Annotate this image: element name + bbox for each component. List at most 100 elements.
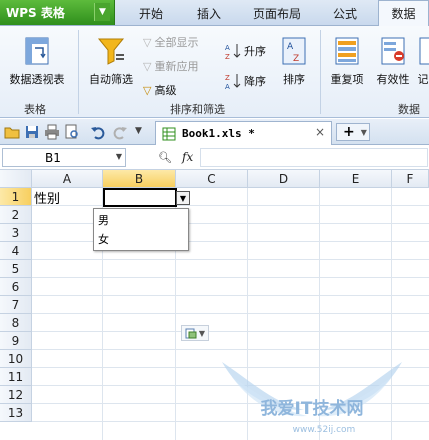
new-tab-button[interactable]: + ▼ bbox=[336, 123, 370, 141]
column-header-b[interactable]: B bbox=[103, 170, 176, 188]
app-menu-arrow-icon[interactable]: ▼ bbox=[94, 3, 110, 21]
more-data-tools-button[interactable]: 记 bbox=[417, 36, 429, 87]
reapply-button[interactable]: ▽ 重新应用 bbox=[143, 58, 198, 74]
row-header-7[interactable]: 7 bbox=[0, 296, 32, 314]
validity-button[interactable]: 有效性 bbox=[372, 36, 414, 87]
validation-dropdown-button[interactable]: ▼ bbox=[176, 191, 190, 205]
row-header-8[interactable]: 8 bbox=[0, 314, 32, 332]
save-icon[interactable] bbox=[24, 124, 40, 140]
reapply-label: 重新应用 bbox=[154, 60, 199, 73]
tab-formulas[interactable]: 公式 bbox=[322, 0, 368, 26]
menu-bar: WPS 表格 ▼ 开始 插入 页面布局 公式 数据 bbox=[0, 0, 429, 26]
dropdown-option-female[interactable]: 女 bbox=[98, 231, 109, 247]
group-separator bbox=[320, 30, 321, 114]
svg-text:Z: Z bbox=[293, 54, 299, 64]
name-box-value: B1 bbox=[45, 150, 61, 165]
print-icon[interactable] bbox=[44, 124, 60, 140]
chevron-down-icon: ▼ bbox=[198, 328, 206, 338]
row-header-1[interactable]: 1 bbox=[0, 188, 32, 206]
tab-page-layout[interactable]: 页面布局 bbox=[246, 0, 308, 26]
sort-descending-label: 降序 bbox=[244, 75, 266, 88]
grid-line bbox=[32, 421, 429, 422]
row-header-11[interactable]: 11 bbox=[0, 368, 32, 386]
row-header-6[interactable]: 6 bbox=[0, 278, 32, 296]
undo-icon[interactable] bbox=[90, 124, 106, 140]
sort-ascending-button[interactable]: A Z 升序 bbox=[224, 42, 266, 60]
show-all-label: 全部显示 bbox=[154, 36, 199, 49]
duplicates-label: 重复项 bbox=[330, 73, 364, 86]
autofilter-label: 自动筛选 bbox=[89, 73, 133, 86]
sort-button[interactable]: A Z 排序 bbox=[278, 36, 310, 87]
grid-line bbox=[32, 313, 429, 314]
sort-label: 排序 bbox=[283, 73, 305, 86]
duplicates-icon bbox=[335, 37, 359, 65]
refresh-filter-icon: ▽ bbox=[143, 59, 152, 73]
duplicates-button[interactable]: 重复项 bbox=[326, 36, 368, 87]
column-header-f[interactable]: F bbox=[392, 170, 429, 188]
table-group-label: 表格 bbox=[24, 103, 46, 116]
row-header-12[interactable]: 12 bbox=[0, 386, 32, 404]
grid-line bbox=[32, 223, 429, 224]
validity-label: 有效性 bbox=[376, 73, 410, 86]
paste-options-icon bbox=[185, 328, 197, 338]
validation-dropdown-list: 男 女 bbox=[93, 208, 189, 251]
chevron-down-icon: ▼ bbox=[179, 193, 187, 203]
pivot-table-label: 数据透视表 bbox=[9, 73, 65, 86]
row-header-3[interactable]: 3 bbox=[0, 224, 32, 242]
sort-descending-button[interactable]: Z A 降序 bbox=[224, 72, 266, 90]
find-icon[interactable]: 🔍︎ bbox=[158, 151, 172, 164]
pivot-table-button[interactable]: 数据透视表 bbox=[4, 36, 70, 87]
name-box-dropdown-icon[interactable]: ▼ bbox=[116, 152, 122, 161]
autofilter-button[interactable]: 自动筛选 bbox=[84, 36, 138, 87]
worksheet-grid: A B C D E F 1 2 3 4 5 6 7 8 9 10 11 12 1… bbox=[0, 170, 429, 440]
show-all-button[interactable]: ▽ 全部显示 bbox=[143, 34, 198, 50]
formula-input[interactable] bbox=[200, 148, 428, 167]
function-wizard-icon[interactable]: fx bbox=[182, 150, 193, 164]
sort-descending-icon: Z A bbox=[225, 74, 241, 90]
sort-dialog-icon: A Z bbox=[282, 37, 306, 65]
open-folder-icon[interactable] bbox=[4, 124, 20, 140]
grid-line bbox=[32, 295, 429, 296]
svg-text:Z: Z bbox=[225, 74, 230, 82]
row-header-13[interactable]: 13 bbox=[0, 404, 32, 422]
ribbon: 数据透视表 表格 自动筛选 ▽ 全部显示 ▽ 重新应用 ▽ 高级 A Z 升序 … bbox=[0, 26, 429, 118]
sort-ascending-icon: A Z bbox=[225, 44, 241, 60]
dropdown-option-male[interactable]: 男 bbox=[98, 212, 109, 228]
column-header-c[interactable]: C bbox=[176, 170, 248, 188]
select-all-corner[interactable] bbox=[0, 170, 32, 188]
data-tool-icon bbox=[419, 37, 429, 65]
column-header-d[interactable]: D bbox=[248, 170, 320, 188]
formula-bar: B1 ▼ 🔍︎ fx bbox=[0, 146, 429, 170]
tab-insert[interactable]: 插入 bbox=[186, 0, 232, 26]
advanced-filter-button[interactable]: ▽ 高级 bbox=[143, 82, 176, 98]
advanced-filter-icon: ▽ bbox=[143, 83, 152, 97]
close-tab-icon[interactable]: × bbox=[315, 125, 325, 139]
cell-b1-active[interactable] bbox=[103, 188, 177, 207]
document-tab[interactable]: Book1.xls * × bbox=[155, 121, 332, 145]
column-header-e[interactable]: E bbox=[320, 170, 392, 188]
tab-data[interactable]: 数据 bbox=[378, 0, 429, 26]
cell-a1[interactable]: 性别 bbox=[33, 189, 103, 207]
grid-line bbox=[32, 367, 429, 368]
wps-app-button[interactable]: WPS 表格 ▼ bbox=[0, 0, 115, 25]
row-header-10[interactable]: 10 bbox=[0, 350, 32, 368]
row-header-4[interactable]: 4 bbox=[0, 242, 32, 260]
row-header-2[interactable]: 2 bbox=[0, 206, 32, 224]
customize-toolbar-icon[interactable]: ▼ bbox=[135, 126, 142, 136]
funnel-icon bbox=[97, 38, 125, 65]
svg-text:A: A bbox=[225, 83, 230, 90]
svg-text:A: A bbox=[225, 44, 230, 52]
row-header-9[interactable]: 9 bbox=[0, 332, 32, 350]
tab-home[interactable]: 开始 bbox=[128, 0, 174, 26]
pivot-table-icon bbox=[25, 37, 49, 65]
print-preview-icon[interactable] bbox=[64, 124, 80, 140]
sort-ascending-label: 升序 bbox=[244, 45, 266, 58]
row-header-5[interactable]: 5 bbox=[0, 260, 32, 278]
paste-options-button[interactable]: ▼ bbox=[181, 325, 209, 341]
grid-line bbox=[32, 277, 429, 278]
redo-icon[interactable] bbox=[112, 124, 128, 140]
column-header-a[interactable]: A bbox=[32, 170, 103, 188]
spreadsheet-file-icon bbox=[162, 127, 176, 140]
name-box[interactable]: B1 ▼ bbox=[2, 148, 126, 167]
chevron-down-icon: ▼ bbox=[360, 127, 367, 137]
